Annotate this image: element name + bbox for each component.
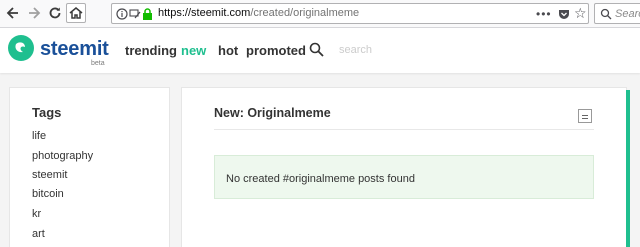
layout-toggle-icon[interactable] xyxy=(578,109,592,123)
post-list-panel: New: Originalmeme No created #originalme… xyxy=(181,87,627,247)
browser-search-placeholder: Search xyxy=(615,8,640,20)
tag-link[interactable]: photography xyxy=(32,150,93,162)
nav-hot[interactable]: hot xyxy=(218,43,238,58)
pocket-icon[interactable] xyxy=(558,8,570,20)
page-title: New: Originalmeme xyxy=(214,106,331,120)
beta-label: beta xyxy=(91,60,105,67)
reload-icon[interactable] xyxy=(46,5,64,23)
empty-state-message: No created #originalmeme posts found xyxy=(226,173,415,185)
nav-trending[interactable]: trending xyxy=(125,43,177,58)
tag-link[interactable]: art xyxy=(32,228,45,240)
tag-link[interactable]: life xyxy=(32,130,46,142)
browser-toolbar: https://steemit.com/created/originalmeme… xyxy=(0,0,640,28)
site-header: steemit beta trending new hot promoted s… xyxy=(0,28,640,73)
lock-icon xyxy=(143,8,152,20)
scroll-accent-bar xyxy=(626,90,630,247)
url-text[interactable]: https://steemit.com/created/originalmeme xyxy=(158,7,359,19)
steemit-logo-icon[interactable] xyxy=(8,35,34,61)
browser-search-bar[interactable]: Search xyxy=(594,3,640,24)
tags-sidebar: Tags life photography steemit bitcoin kr… xyxy=(9,87,170,247)
tag-link[interactable]: bitcoin xyxy=(32,188,64,200)
back-icon[interactable] xyxy=(4,5,22,23)
info-icon[interactable] xyxy=(116,8,128,20)
search-icon xyxy=(600,8,612,20)
brand-name[interactable]: steemit xyxy=(40,38,109,61)
address-bar[interactable]: https://steemit.com/created/originalmeme… xyxy=(111,3,589,24)
title-divider xyxy=(214,129,594,130)
permissions-icon[interactable] xyxy=(129,8,141,20)
home-icon[interactable] xyxy=(66,3,86,23)
empty-state-box: No created #originalmeme posts found xyxy=(214,155,594,199)
tag-link[interactable]: steemit xyxy=(32,169,67,181)
tag-link[interactable]: kr xyxy=(32,208,41,220)
tags-title: Tags xyxy=(32,105,62,120)
nav-promoted[interactable]: promoted xyxy=(246,43,306,58)
star-icon[interactable]: ☆ xyxy=(574,5,587,22)
ellipsis-icon[interactable]: ••• xyxy=(536,7,552,21)
nav-new[interactable]: new xyxy=(181,43,206,58)
forward-icon[interactable] xyxy=(25,5,43,23)
search-icon[interactable] xyxy=(309,42,324,57)
site-search-input[interactable]: search xyxy=(339,44,372,56)
